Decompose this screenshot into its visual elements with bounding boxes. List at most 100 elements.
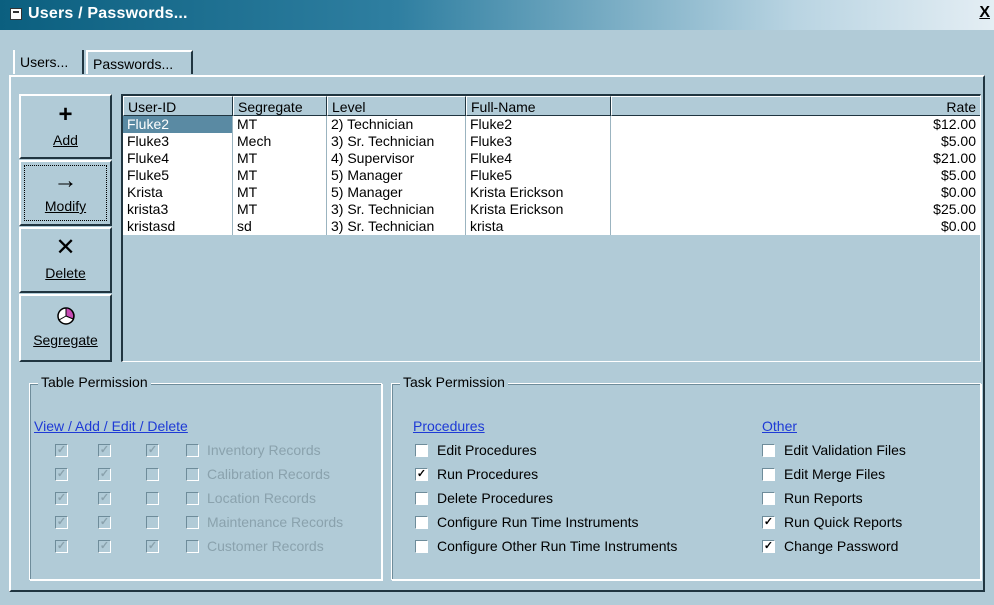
delete-checkbox[interactable]: [186, 516, 199, 529]
table-row[interactable]: Fluke5 MT 5) Manager Fluke5 $5.00: [123, 167, 980, 184]
delete-procedures-checkbox[interactable]: [415, 492, 428, 505]
cell-full-name[interactable]: Fluke4: [466, 150, 611, 167]
cell-user-id[interactable]: Fluke5: [123, 167, 233, 184]
cell-rate[interactable]: $25.00: [611, 201, 980, 218]
modify-button-label: Modify: [44, 198, 87, 214]
add-checkbox[interactable]: ✓: [98, 468, 111, 481]
add-button[interactable]: + Add: [19, 94, 112, 159]
view-checkbox[interactable]: ✓: [55, 444, 68, 457]
view-add-edit-delete-link[interactable]: View / Add / Edit / Delete: [34, 418, 188, 434]
cell-user-id[interactable]: krista3: [123, 201, 233, 218]
add-checkbox[interactable]: ✓: [98, 492, 111, 505]
cell-level[interactable]: 3) Sr. Technician: [327, 218, 466, 235]
delete-checkbox[interactable]: [186, 468, 199, 481]
column-header-full-name[interactable]: Full-Name: [466, 96, 611, 116]
cell-full-name[interactable]: krista: [466, 218, 611, 235]
table-row[interactable]: Fluke3 Mech 3) Sr. Technician Fluke3 $5.…: [123, 133, 980, 150]
edit-checkbox[interactable]: ✓: [146, 540, 159, 553]
edit-validation-files-label: Edit Validation Files: [784, 442, 906, 458]
cell-level[interactable]: 5) Manager: [327, 184, 466, 201]
arrow-right-icon: →: [53, 167, 78, 194]
permission-label: Location Records: [207, 490, 316, 506]
delete-checkbox[interactable]: [186, 492, 199, 505]
column-header-level[interactable]: Level: [327, 96, 466, 116]
edit-checkbox[interactable]: ✓: [146, 444, 159, 457]
cell-rate[interactable]: $12.00: [611, 116, 980, 133]
cell-segregate[interactable]: Mech: [233, 133, 327, 150]
cell-level[interactable]: 5) Manager: [327, 167, 466, 184]
column-header-segregate[interactable]: Segregate: [233, 96, 327, 116]
view-checkbox[interactable]: ✓: [55, 492, 68, 505]
cell-full-name[interactable]: Fluke5: [466, 167, 611, 184]
configure-run-time-instruments-checkbox[interactable]: [415, 516, 428, 529]
cell-full-name[interactable]: Krista Erickson: [466, 201, 611, 218]
tab-passwords[interactable]: Passwords...: [86, 50, 193, 74]
cell-rate[interactable]: $0.00: [611, 218, 980, 235]
cell-segregate[interactable]: MT: [233, 116, 327, 133]
cell-segregate[interactable]: sd: [233, 218, 327, 235]
view-checkbox[interactable]: ✓: [55, 516, 68, 529]
edit-merge-files-checkbox[interactable]: [762, 468, 775, 481]
users-grid[interactable]: User-ID Segregate Level Full-Name Rate F…: [121, 94, 981, 362]
cell-user-id[interactable]: Fluke2: [123, 116, 233, 133]
cell-rate[interactable]: $21.00: [611, 150, 980, 167]
cell-full-name[interactable]: Fluke3: [466, 133, 611, 150]
cell-user-id[interactable]: kristasd: [123, 218, 233, 235]
segregate-button-label: Segregate: [33, 332, 98, 348]
cell-rate[interactable]: $0.00: [611, 184, 980, 201]
add-button-label: Add: [53, 132, 78, 148]
add-checkbox[interactable]: ✓: [98, 444, 111, 457]
table-permission-legend: Table Permission: [38, 374, 151, 390]
cell-full-name[interactable]: Krista Erickson: [466, 184, 611, 201]
edit-procedures-checkbox[interactable]: [415, 444, 428, 457]
cell-level[interactable]: 3) Sr. Technician: [327, 201, 466, 218]
cell-full-name[interactable]: Fluke2: [466, 116, 611, 133]
modify-button[interactable]: → Modify: [19, 160, 112, 226]
permission-label: Inventory Records: [207, 442, 321, 458]
delete-button[interactable]: ✕ Delete: [19, 227, 112, 293]
users-passwords-window: Users / Passwords... X Users... Password…: [0, 0, 994, 605]
cell-user-id[interactable]: Krista: [123, 184, 233, 201]
procedures-link[interactable]: Procedures: [413, 418, 485, 434]
delete-checkbox[interactable]: [186, 444, 199, 457]
add-checkbox[interactable]: ✓: [98, 540, 111, 553]
view-checkbox[interactable]: ✓: [55, 540, 68, 553]
change-password-checkbox[interactable]: ✓: [762, 540, 775, 553]
column-header-rate[interactable]: Rate: [611, 96, 980, 116]
other-link[interactable]: Other: [762, 418, 797, 434]
cell-user-id[interactable]: Fluke4: [123, 150, 233, 167]
table-row[interactable]: kristasd sd 3) Sr. Technician krista $0.…: [123, 218, 980, 235]
column-header-user-id[interactable]: User-ID: [123, 96, 233, 116]
configure-other-run-time-instruments-checkbox[interactable]: [415, 540, 428, 553]
cell-rate[interactable]: $5.00: [611, 133, 980, 150]
cell-level[interactable]: 2) Technician: [327, 116, 466, 133]
run-procedures-checkbox[interactable]: ✓: [415, 468, 428, 481]
cell-segregate[interactable]: MT: [233, 201, 327, 218]
edit-validation-files-checkbox[interactable]: [762, 444, 775, 457]
edit-checkbox[interactable]: [146, 492, 159, 505]
cell-segregate[interactable]: MT: [233, 184, 327, 201]
edit-checkbox[interactable]: [146, 468, 159, 481]
cell-level[interactable]: 4) Supervisor: [327, 150, 466, 167]
edit-checkbox[interactable]: [146, 516, 159, 529]
close-button[interactable]: X: [979, 4, 990, 22]
delete-checkbox[interactable]: [186, 540, 199, 553]
view-checkbox[interactable]: ✓: [55, 468, 68, 481]
run-reports-checkbox[interactable]: [762, 492, 775, 505]
cell-segregate[interactable]: MT: [233, 150, 327, 167]
cell-level[interactable]: 3) Sr. Technician: [327, 133, 466, 150]
segregate-button[interactable]: Segregate: [19, 294, 112, 362]
table-row[interactable]: Fluke2 MT 2) Technician Fluke2 $12.00: [123, 116, 980, 133]
permission-label: Customer Records: [207, 538, 324, 554]
run-reports-label: Run Reports: [784, 490, 863, 506]
table-row[interactable]: Fluke4 MT 4) Supervisor Fluke4 $21.00: [123, 150, 980, 167]
add-checkbox[interactable]: ✓: [98, 516, 111, 529]
change-password-label: Change Password: [784, 538, 899, 554]
cell-rate[interactable]: $5.00: [611, 167, 980, 184]
tab-users[interactable]: Users...: [13, 50, 84, 74]
table-row[interactable]: krista3 MT 3) Sr. Technician Krista Eric…: [123, 201, 980, 218]
table-row[interactable]: Krista MT 5) Manager Krista Erickson $0.…: [123, 184, 980, 201]
cell-user-id[interactable]: Fluke3: [123, 133, 233, 150]
cell-segregate[interactable]: MT: [233, 167, 327, 184]
run-quick-reports-checkbox[interactable]: ✓: [762, 516, 775, 529]
